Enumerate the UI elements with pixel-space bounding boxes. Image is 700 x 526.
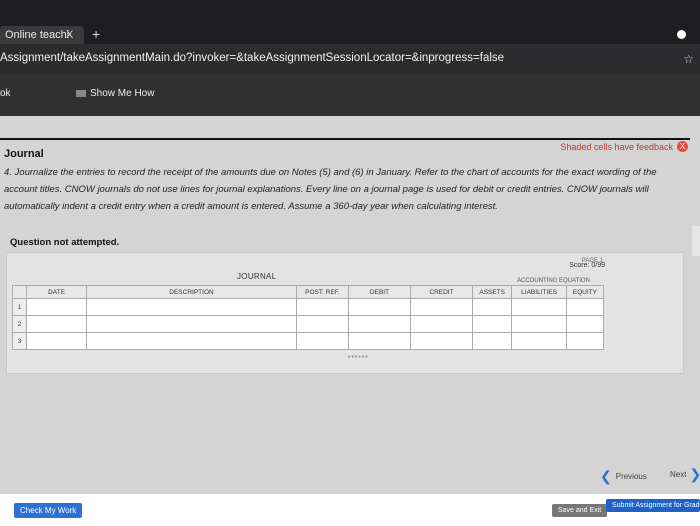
col-description: DESCRIPTION	[86, 285, 297, 299]
debit-cell[interactable]	[348, 332, 411, 350]
post-ref-cell	[296, 315, 349, 333]
tab-title: Online teachi	[5, 29, 70, 41]
score-label: Score: 0/99	[569, 262, 605, 269]
chevron-right-icon: ❯	[689, 466, 700, 483]
bookmark-star-icon[interactable]: ☆	[683, 52, 694, 66]
description-cell[interactable]	[86, 315, 297, 333]
assets-cell[interactable]	[471, 298, 513, 316]
date-cell[interactable]	[26, 332, 87, 350]
next-label: Next	[670, 470, 687, 479]
instructions-text: 4. Journalize the entries to record the …	[4, 167, 657, 212]
browser-tab[interactable]: Online teachi X	[0, 26, 84, 44]
col-credit: CREDIT	[410, 285, 473, 299]
equity-cell[interactable]	[565, 315, 605, 333]
resize-handle-icon[interactable]: ••••••	[348, 354, 369, 361]
accounting-equation-title: ACCOUNTING EQUATION	[517, 278, 590, 284]
browser-tab-bar: Online teachi X +	[0, 0, 700, 44]
credit-cell[interactable]	[410, 332, 473, 350]
show-me-how-button[interactable]: Show Me How	[76, 88, 154, 99]
feedback-label: Shaded cells have feedback	[560, 141, 673, 152]
debit-cell[interactable]	[348, 298, 411, 316]
question-status: Question not attempted.	[10, 237, 120, 248]
description-cell[interactable]	[86, 332, 297, 350]
chevron-left-icon: ❮	[600, 468, 612, 484]
row-number-header	[12, 285, 27, 299]
row-number: 1	[12, 298, 27, 316]
credit-cell[interactable]	[410, 298, 473, 316]
equity-cell[interactable]	[565, 332, 605, 350]
col-liabilities: LIABILITIES	[511, 285, 567, 299]
liabilities-cell[interactable]	[511, 315, 567, 333]
app-toolbar: ok Show Me How	[0, 74, 700, 116]
journal-heading: Journal	[4, 148, 44, 160]
journal-row: 1	[12, 298, 605, 316]
row-number: 3	[12, 332, 27, 350]
journal-table-title: JOURNAL	[237, 272, 277, 281]
journal-panel: PAGE 1 Score: 0/99 JOURNAL ACCOUNTING EQ…	[6, 252, 684, 374]
col-debit: DEBIT	[348, 285, 411, 299]
video-icon	[76, 90, 86, 97]
debit-cell[interactable]	[348, 315, 411, 333]
col-equity: EQUITY	[565, 285, 605, 299]
journal-header-row: DATE DESCRIPTION POST. REF. DEBIT CREDIT…	[12, 285, 605, 299]
submit-assignment-button[interactable]: Submit Assignment for Grading	[606, 499, 700, 512]
show-me-how-label: Show Me How	[90, 88, 155, 99]
save-and-exit-button[interactable]: Save and Exit	[552, 504, 608, 517]
description-cell[interactable]	[86, 298, 297, 316]
row-number: 2	[12, 315, 27, 333]
liabilities-cell[interactable]	[511, 332, 567, 350]
close-tab-icon[interactable]: X	[66, 29, 73, 41]
scrollbar[interactable]	[692, 226, 700, 256]
profile-dot-icon[interactable]	[677, 30, 686, 39]
post-ref-cell	[296, 332, 349, 350]
journal-table: DATE DESCRIPTION POST. REF. DEBIT CREDIT…	[12, 285, 605, 373]
next-button[interactable]: Next ❯	[670, 466, 700, 483]
previous-button[interactable]: ❮ Previous	[600, 468, 647, 485]
assets-cell[interactable]	[471, 315, 513, 333]
date-cell[interactable]	[26, 315, 87, 333]
col-post-ref: POST. REF.	[296, 285, 349, 299]
journal-row: 3	[12, 332, 605, 350]
col-assets: ASSETS	[471, 285, 513, 299]
date-cell[interactable]	[26, 298, 87, 316]
header-divider	[0, 138, 690, 140]
address-bar[interactable]: Assignment/takeAssignmentMain.do?invoker…	[0, 44, 700, 74]
col-date: DATE	[26, 285, 87, 299]
post-ref-cell	[296, 298, 349, 316]
feedback-note: Shaded cells have feedback X	[560, 141, 688, 152]
check-my-work-button[interactable]: Check My Work	[14, 503, 83, 518]
assignment-content: Shaded cells have feedback X Journal 4. …	[0, 116, 700, 526]
equity-cell[interactable]	[565, 298, 605, 316]
assets-cell[interactable]	[471, 332, 513, 350]
credit-cell[interactable]	[410, 315, 473, 333]
toolbar-left-label[interactable]: ok	[0, 88, 11, 99]
journal-row: 2	[12, 315, 605, 333]
feedback-close-icon[interactable]: X	[677, 141, 688, 152]
new-tab-button[interactable]: +	[92, 26, 100, 42]
url-text[interactable]: Assignment/takeAssignmentMain.do?invoker…	[0, 52, 504, 64]
previous-label: Previous	[615, 472, 647, 481]
liabilities-cell[interactable]	[511, 298, 567, 316]
